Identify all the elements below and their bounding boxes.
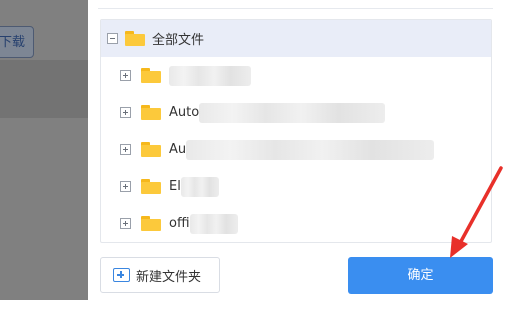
folder-label: El: [169, 179, 181, 194]
redacted-name-blur: [186, 139, 435, 160]
tree-folder-item[interactable]: offi: [101, 205, 491, 242]
folder-label: Au: [169, 142, 187, 157]
tree-root-all-files[interactable]: 全部文件: [101, 20, 491, 57]
expand-icon[interactable]: [120, 70, 131, 81]
folder-icon: [141, 216, 161, 231]
download-button: 下载: [0, 26, 34, 58]
folder-icon: [141, 105, 161, 120]
folder-icon: [141, 142, 161, 157]
new-folder-label: 新建文件夹: [136, 269, 202, 285]
redacted-name-blur: [169, 65, 251, 86]
background-footer: [0, 300, 88, 321]
background-page: 下载: [0, 0, 88, 300]
tree-folder-item[interactable]: Auto: [101, 94, 491, 131]
tree-folder-item[interactable]: Au: [101, 131, 491, 168]
tree-folder-item[interactable]: El: [101, 168, 491, 205]
tree-folder-item[interactable]: [101, 57, 491, 94]
save-location-dialog: 全部文件 Auto Au El offi 新建文件夹 确定: [88, 0, 505, 321]
folder-label: offi: [169, 216, 190, 231]
new-folder-button[interactable]: 新建文件夹: [100, 257, 220, 293]
dialog-divider: [98, 8, 493, 9]
expand-icon[interactable]: [120, 107, 131, 118]
background-stripe: [0, 60, 88, 118]
folder-icon: [125, 31, 145, 46]
collapse-icon[interactable]: [107, 33, 118, 44]
folder-icon: [141, 179, 161, 194]
folder-label: Auto: [169, 105, 200, 120]
new-folder-icon: [113, 268, 130, 282]
expand-icon[interactable]: [120, 144, 131, 155]
redacted-name-blur: [180, 176, 219, 197]
folder-tree: 全部文件 Auto Au El offi: [100, 19, 492, 243]
redacted-name-blur: [189, 213, 238, 234]
expand-icon[interactable]: [120, 218, 131, 229]
confirm-button[interactable]: 确定: [348, 257, 493, 294]
folder-icon: [141, 68, 161, 83]
redacted-name-blur: [199, 102, 386, 123]
expand-icon[interactable]: [120, 181, 131, 192]
tree-root-label: 全部文件: [152, 33, 205, 48]
